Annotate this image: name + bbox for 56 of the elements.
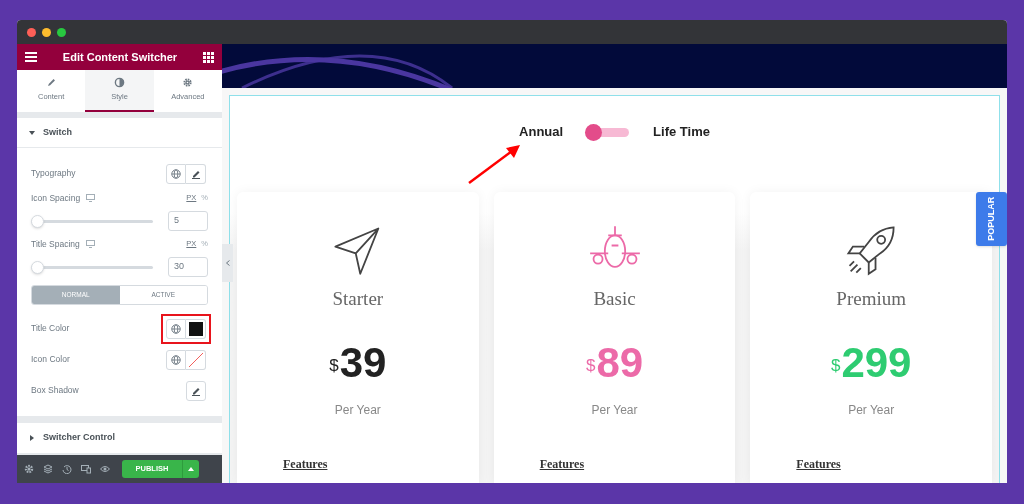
switch-label: Annual <box>519 123 564 142</box>
control-label: Icon Spacing <box>31 191 81 205</box>
plan-period: Per Year <box>334 401 381 419</box>
pencil-icon <box>190 168 201 179</box>
widgets-grid-icon <box>203 51 214 63</box>
number-field[interactable]: 30 <box>168 257 208 277</box>
globe-icon <box>171 323 181 334</box>
responsive-icon[interactable] <box>81 464 91 474</box>
plan-name: Premium <box>836 287 906 311</box>
features-heading: Features <box>539 455 585 473</box>
plan-name: Basic <box>593 287 636 311</box>
desktop-icon <box>86 194 96 202</box>
panel-collapse-handle[interactable] <box>222 244 233 282</box>
control-label: Title Color <box>31 322 70 335</box>
caret-down-icon <box>29 129 35 136</box>
features-heading: Features <box>796 455 841 473</box>
no-color-icon <box>188 352 203 367</box>
plan-price: $89 <box>585 341 644 384</box>
switch-label: Life Time <box>653 123 710 142</box>
pencil-icon <box>45 77 57 89</box>
pencil-icon <box>191 385 201 396</box>
popular-badge: POPULAR <box>976 192 1007 246</box>
history-icon[interactable] <box>62 464 72 474</box>
control-label: Box Shadow <box>31 384 79 397</box>
control-label: Title Spacing <box>31 237 80 251</box>
globe-icon <box>171 354 181 365</box>
edit-button[interactable] <box>186 380 206 401</box>
control-label: Typography <box>31 167 76 180</box>
chevron-left-icon <box>225 260 230 266</box>
slider-handle[interactable] <box>31 214 44 228</box>
contrast-icon <box>114 77 125 89</box>
color-picker-button[interactable] <box>186 349 206 370</box>
plan-period: Per Year <box>848 401 895 419</box>
layers-icon[interactable] <box>43 464 53 474</box>
plan-name: Starter <box>332 287 384 311</box>
publish-options-button[interactable] <box>182 460 199 478</box>
section-header[interactable]: Switch <box>17 118 222 148</box>
number-field[interactable]: 5 <box>168 211 208 231</box>
control-label: Icon Color <box>31 353 70 366</box>
plan-price: $299 <box>830 341 912 384</box>
caret-right-icon <box>29 434 35 441</box>
settings-icon[interactable] <box>24 464 34 474</box>
eye-icon[interactable] <box>100 464 110 474</box>
globe-icon <box>171 168 181 179</box>
menu-icon <box>25 52 37 62</box>
section-header[interactable]: Switcher Control <box>17 423 222 453</box>
gear-icon <box>182 77 194 89</box>
plan-period: Per Year <box>591 401 638 419</box>
caret-up-icon <box>188 467 194 471</box>
global-button[interactable] <box>166 349 186 370</box>
desktop-icon <box>85 240 95 248</box>
panel-title: Edit Content Switcher <box>62 49 178 65</box>
features-heading: Features <box>283 455 328 473</box>
plan-price: $39 <box>329 341 387 384</box>
edit-button[interactable] <box>186 163 206 184</box>
slider-handle[interactable] <box>31 260 44 274</box>
